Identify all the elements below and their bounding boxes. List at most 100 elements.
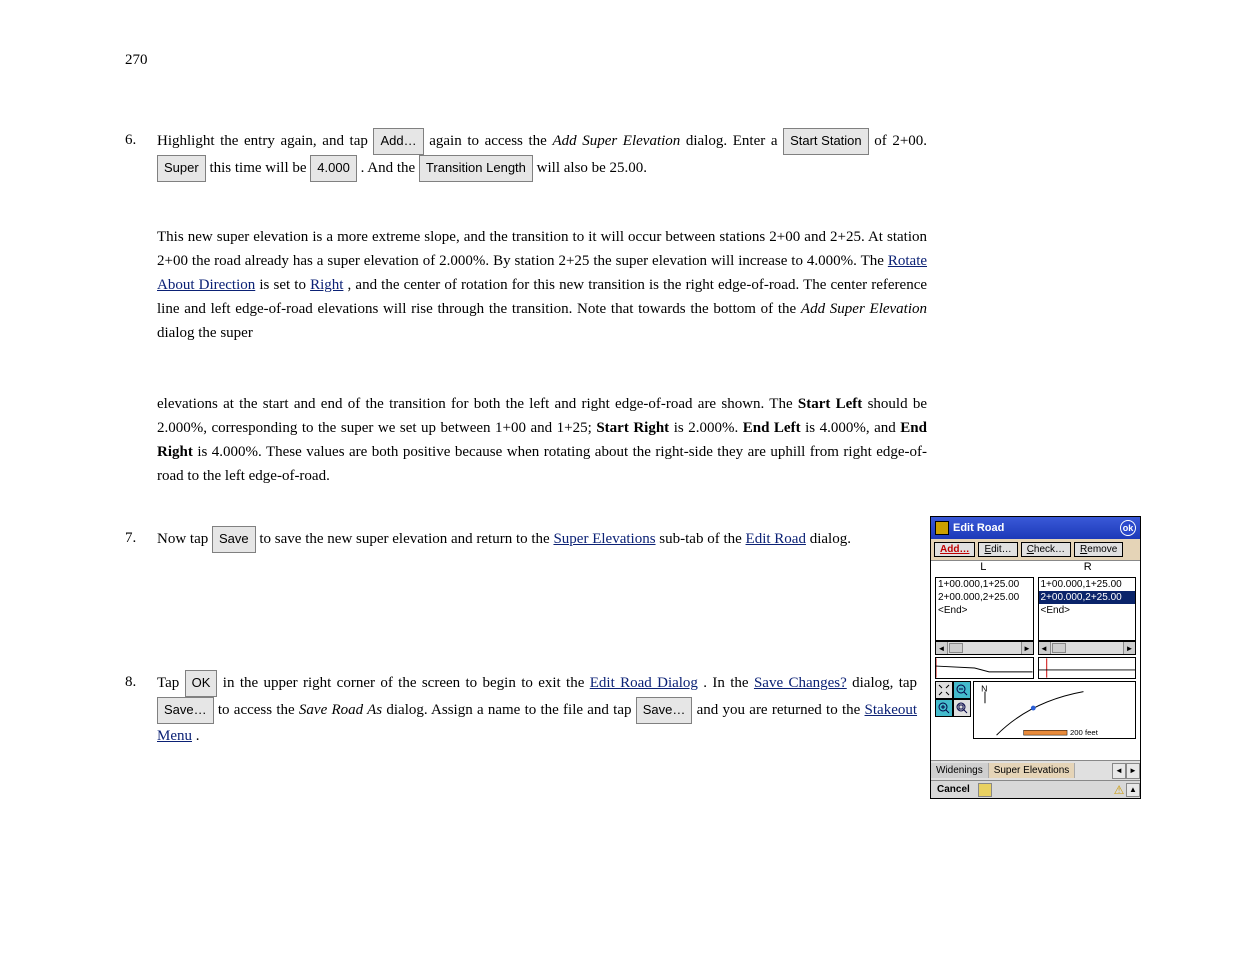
- para-step-8: 8. Tap OK in the upper right corner of t…: [157, 670, 917, 748]
- link-super-elevations[interactable]: Super Elevations: [553, 531, 655, 547]
- label-start-right: Start Right: [596, 420, 669, 436]
- text: sub-tab of the: [659, 531, 741, 547]
- text: dialog, tap: [852, 675, 917, 691]
- tab-scroll: ◄ ►: [1112, 763, 1140, 779]
- add-button[interactable]: Add…: [934, 542, 975, 557]
- transition-length-ref: Transition Length: [419, 155, 533, 182]
- preview-row: N 200 feet: [931, 679, 1140, 741]
- super-button-ref: Super: [157, 155, 206, 182]
- text: is 2.000%.: [674, 420, 739, 436]
- link-edit-road[interactable]: Edit Road: [746, 531, 806, 547]
- zoom-extents-icon[interactable]: [935, 681, 953, 699]
- list-left[interactable]: 1+00.000,1+25.00 2+00.000,2+25.00 <End>: [935, 577, 1034, 641]
- zoom-out-icon[interactable]: [953, 681, 971, 699]
- profile-left: [935, 657, 1034, 679]
- edit-button[interactable]: Edit…: [978, 542, 1017, 557]
- link-right-option[interactable]: Right: [310, 277, 343, 293]
- text: .: [196, 728, 200, 744]
- zoom-window-icon[interactable]: [953, 699, 971, 717]
- text: is 4.000%, and: [805, 420, 896, 436]
- text: and you are returned to the: [697, 702, 861, 718]
- text: dialog the super: [157, 325, 253, 341]
- profile-charts: [931, 655, 1140, 679]
- save-button-ref-3: Save…: [636, 697, 693, 724]
- list-item[interactable]: 1+00.000,1+25.00: [1039, 578, 1136, 591]
- list-item-selected[interactable]: 2+00.000,2+25.00: [1039, 591, 1136, 604]
- list-item[interactable]: 2+00.000,2+25.00: [936, 591, 1033, 604]
- scroll-thumb[interactable]: [1052, 643, 1066, 653]
- tab-scroll-right-icon[interactable]: ►: [1126, 763, 1140, 779]
- add-button-ref: Add…: [373, 128, 423, 155]
- link-edit-road-dialog[interactable]: Edit Road Dialog: [590, 675, 698, 691]
- hscroll-right[interactable]: ◄ ►: [1038, 641, 1137, 655]
- remove-button[interactable]: Remove: [1074, 542, 1123, 557]
- tab-bar: Widenings Super Elevations ◄ ►: [931, 760, 1140, 780]
- text: of 2+00.: [874, 133, 927, 149]
- scroll-left-icon[interactable]: ◄: [936, 642, 948, 654]
- hscroll-left[interactable]: ◄ ►: [935, 641, 1034, 655]
- text: elevations at the start and end of the t…: [157, 396, 793, 412]
- column-headers: L R: [931, 561, 1140, 577]
- label-end-left: End Left: [743, 420, 801, 436]
- list-boxes: 1+00.000,1+25.00 2+00.000,2+25.00 <End> …: [931, 577, 1140, 641]
- text: This new super elevation is a more extre…: [157, 229, 927, 269]
- step-number-7: 7.: [125, 526, 136, 550]
- plan-view[interactable]: N 200 feet: [973, 681, 1136, 739]
- svg-text:N: N: [981, 684, 987, 694]
- scroll-right-icon[interactable]: ►: [1021, 642, 1033, 654]
- zoom-toolbar: [935, 681, 971, 739]
- tab-widenings[interactable]: Widenings: [931, 763, 989, 778]
- profile-right: [1038, 657, 1137, 679]
- tab-super-elevations[interactable]: Super Elevations: [989, 763, 1076, 778]
- list-right[interactable]: 1+00.000,1+25.00 2+00.000,2+25.00 <End>: [1038, 577, 1137, 641]
- label-start-left: Start Left: [798, 396, 862, 412]
- tab-scroll-left-icon[interactable]: ◄: [1112, 763, 1126, 779]
- text: dialog.: [810, 531, 851, 547]
- header-left: L: [931, 561, 1036, 577]
- scroll-left-icon[interactable]: ◄: [1039, 642, 1051, 654]
- dialog-save-road-as: Save Road As: [299, 702, 382, 718]
- text: . In the: [703, 675, 748, 691]
- text: Highlight the entry again, and tap: [157, 133, 368, 149]
- text: to access the: [218, 702, 295, 718]
- ok-button-ref: OK: [185, 670, 218, 697]
- list-item[interactable]: <End>: [936, 604, 1033, 617]
- title-bar: Edit Road ok: [931, 517, 1140, 539]
- scrollbars: ◄ ► ◄ ►: [931, 641, 1140, 655]
- warning-icon[interactable]: ⚠: [1112, 783, 1126, 797]
- text: . And the: [361, 160, 416, 176]
- list-item[interactable]: 1+00.000,1+25.00: [936, 578, 1033, 591]
- dialog-name: Add Super Elevation: [801, 301, 927, 317]
- zoom-in-icon[interactable]: [935, 699, 953, 717]
- text: dialog. Assign a name to the file and ta…: [386, 702, 631, 718]
- header-right: R: [1036, 561, 1141, 577]
- text: Tap: [157, 675, 179, 691]
- para-step-7: 7. Now tap Save to save the new super el…: [157, 526, 917, 553]
- save-button-ref-2: Save…: [157, 697, 214, 724]
- scroll-right-icon[interactable]: ►: [1123, 642, 1135, 654]
- text: Now tap: [157, 531, 208, 547]
- cancel-button[interactable]: Cancel: [931, 784, 976, 795]
- softkey-bar: Cancel ⚠ ▲: [931, 780, 1140, 798]
- text: this time will be: [209, 160, 306, 176]
- check-button[interactable]: Check…: [1021, 542, 1071, 557]
- ok-button[interactable]: ok: [1120, 520, 1136, 536]
- super-value-ref: 4.000: [310, 155, 357, 182]
- text: is set to: [259, 277, 306, 293]
- para-start-end-values: elevations at the start and end of the t…: [157, 392, 927, 488]
- up-arrow-icon[interactable]: ▲: [1126, 783, 1140, 797]
- para-step-6: 6. Highlight the entry again, and tap Ad…: [157, 128, 927, 182]
- text: dialog. Enter a: [686, 133, 778, 149]
- para-super-explanation: This new super elevation is a more extre…: [157, 225, 927, 345]
- toolbar: Add… Edit… Check… Remove: [931, 539, 1140, 561]
- link-save-changes[interactable]: Save Changes?: [754, 675, 847, 691]
- text: again to access the: [429, 133, 547, 149]
- text: is 4.000%. These values are both positiv…: [157, 444, 927, 484]
- dialog-name: Add Super Elevation: [552, 133, 680, 149]
- start-station-button-ref: Start Station: [783, 128, 869, 155]
- list-item[interactable]: <End>: [1039, 604, 1136, 617]
- app-icon: [935, 521, 949, 535]
- keyboard-icon[interactable]: [978, 783, 992, 797]
- scroll-thumb[interactable]: [949, 643, 963, 653]
- page-number: 270: [125, 52, 148, 69]
